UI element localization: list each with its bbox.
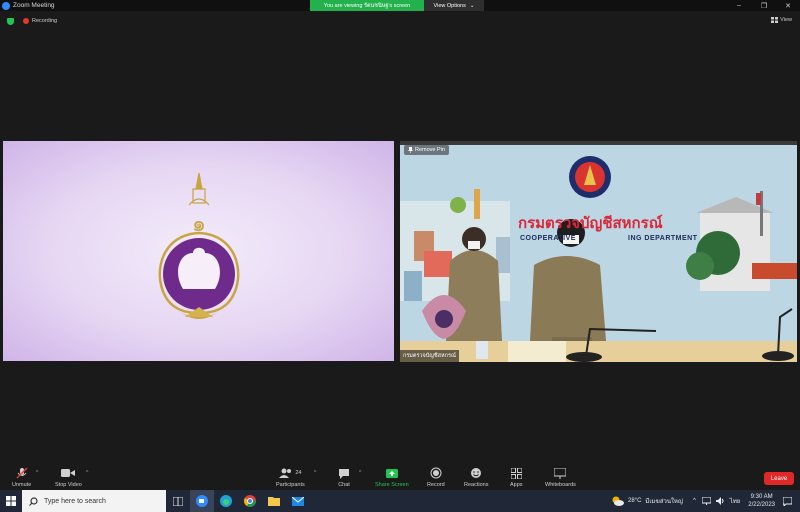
office-scene-image [400,141,797,362]
apps-button[interactable]: Apps [510,467,523,488]
stop-video-button[interactable]: Stop Video [55,467,82,488]
mail-icon[interactable] [286,490,310,512]
file-explorer-icon[interactable] [262,490,286,512]
record-button[interactable]: Record [427,467,445,488]
weather-cloud-icon [612,496,625,506]
window-title: Zoom Meeting [13,2,55,9]
start-button[interactable] [0,490,22,512]
unmute-button[interactable]: Unmute [12,467,31,488]
windows-taskbar: Type here to search 28°C มีเมฆส่วนใหญ่ ^… [0,490,800,512]
input-language[interactable]: ไทย [730,496,741,506]
chat-label: Chat [338,482,350,488]
share-screen-icon [385,468,398,478]
unmute-label: Unmute [12,482,32,488]
whiteboards-button[interactable]: Whiteboards [545,467,576,488]
wall-sign-title: กรมตรวจบัญชีสหกรณ์ [518,214,663,232]
whiteboards-label: Whiteboards [545,482,576,488]
reactions-button[interactable]: Reactions [464,467,488,488]
close-button[interactable]: ✕ [776,0,800,11]
participants-count: 24 [295,470,302,476]
leave-button[interactable]: Leave [764,472,794,485]
screen-share-banner: You are viewing รัตนชนิษฐ's screen [310,0,424,11]
taskbar-search-box[interactable]: Type here to search [22,490,166,512]
chrome-browser-icon[interactable] [238,490,262,512]
restore-button[interactable]: ❐ [752,0,776,11]
video-options-caret-icon[interactable]: ^ [86,470,88,476]
apps-label: Apps [510,482,523,488]
search-icon [29,496,38,506]
view-label: View [780,17,792,23]
share-screen-label: Share Screen [375,482,409,488]
wall-sign-subtitle-1: COOPERATIVE [520,235,576,242]
weather-temp: 28°C [628,498,642,504]
shared-screen-tile: ๑ [3,141,394,361]
zoom-taskbar-icon[interactable] [190,490,214,512]
chat-bubble-icon [339,468,349,479]
participants-icon [279,468,292,478]
notifications-icon[interactable] [783,496,792,506]
view-button[interactable]: View [771,17,792,23]
remove-pin-button[interactable]: Remove Pin [404,145,449,155]
windows-logo-icon [6,496,16,506]
task-view-icon[interactable] [166,490,190,512]
clock-time: 9:30 AM [750,494,773,500]
recording-label: Recording [32,18,58,24]
remove-pin-label: Remove Pin [415,147,445,153]
stop-video-label: Stop Video [55,482,82,488]
participants-label: Participants [276,482,305,488]
royal-emblem-icon: ๑ [158,172,240,319]
meeting-info-bar: Recording View [0,14,800,28]
chat-button[interactable]: Chat [338,467,350,488]
zoom-logo-icon [2,1,10,10]
minimize-button[interactable]: – [727,0,751,11]
record-label: Record [427,482,445,488]
volume-icon[interactable] [715,497,725,505]
reactions-label: Reactions [464,482,489,488]
view-options-label: View Options [433,2,466,9]
close-icon: ✕ [785,2,791,10]
audio-options-caret-icon[interactable]: ^ [36,470,38,476]
recording-icon [23,18,29,24]
taskbar-clock[interactable]: 9:30 AM 2/22/2023 [748,493,775,509]
chevron-up-icon[interactable]: ^ [693,498,696,504]
record-icon [430,467,442,479]
participants-options-caret-icon[interactable]: ^ [314,470,316,476]
pinned-video-tile[interactable]: กรมตรวจบัญชีสหกรณ์ COOPERATIVE ING DEPAR… [400,141,797,362]
restore-icon: ❐ [760,2,768,10]
minimize-icon: – [737,2,741,9]
weather-description: มีเมฆส่วนใหญ่ [645,499,683,505]
chat-options-caret-icon[interactable]: ^ [359,470,361,476]
share-screen-button[interactable]: Share Screen [375,467,409,488]
meeting-toolbar: Unmute ^ Stop Video ^ 24 Participants ^ … [0,462,800,490]
zoom-window: Zoom Meeting You are viewing รัตนชนิษฐ's… [0,0,800,512]
share-banner-text: You are viewing รัตนชนิษฐ's screen [323,2,411,9]
participants-button[interactable]: 24 Participants [276,467,305,488]
system-tray: 28°C มีเมฆส่วนใหญ่ ^ ไทย 9:30 AM 2/22/20… [612,490,800,512]
video-camera-icon [61,469,76,477]
view-options-button[interactable]: View Options ⌄ [424,0,484,11]
network-icon[interactable] [701,497,711,505]
pin-icon [408,147,413,153]
microphone-muted-icon [16,467,28,479]
search-placeholder: Type here to search [44,497,106,505]
clock-date: 2/22/2023 [748,502,775,508]
participant-name-badge: กรมตรวจบัญชีสหกรณ์ [400,350,460,362]
wall-sign-subtitle-2: ING DEPARTMENT [628,235,698,242]
edge-browser-icon[interactable] [214,490,238,512]
grid-view-icon [771,17,779,23]
chevron-down-icon: ⌄ [469,2,475,9]
apps-icon [510,467,522,479]
whiteboard-icon [554,467,567,479]
smiley-icon [471,468,482,478]
security-shield-icon[interactable] [7,17,14,25]
